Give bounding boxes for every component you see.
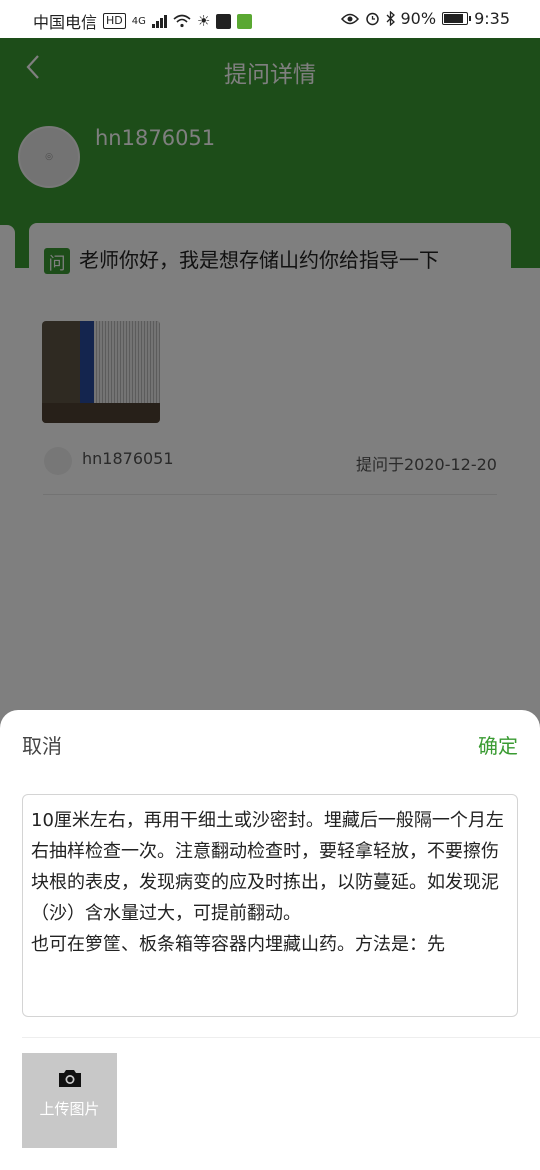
alarm-icon	[365, 12, 379, 26]
status-bar: 中国电信 HD 4G ☀ 90% 9:35	[0, 0, 540, 38]
wifi-icon	[173, 14, 191, 28]
confirm-button[interactable]: 确定	[478, 730, 518, 759]
cancel-button[interactable]: 取消	[22, 730, 62, 759]
upload-image-label: 上传图片	[39, 1100, 100, 1118]
sheet-divider	[22, 1037, 540, 1038]
camera-icon	[59, 1070, 81, 1087]
signal-icon	[151, 14, 167, 28]
network-type-label: 4G	[131, 15, 146, 27]
bluetooth-icon	[386, 11, 395, 26]
hd-badge: HD	[103, 13, 126, 29]
eye-icon	[340, 13, 359, 24]
carrier-label: 中国电信	[33, 13, 98, 32]
clock-time: 9:35	[474, 9, 510, 28]
battery-percent: 90%	[400, 9, 437, 28]
upload-image-button[interactable]: 上传图片	[22, 1053, 117, 1148]
answer-bottom-sheet: 取消 确定 10厘米左右，再用干细土或沙密封。埋藏后一般隔一个月左右抽样检查一次…	[0, 710, 540, 1170]
battery-icon	[442, 12, 472, 25]
answer-textarea[interactable]: 10厘米左右，再用干细土或沙密封。埋藏后一般隔一个月左右抽样检查一次。注意翻动检…	[22, 794, 518, 1017]
app-notification-icon-2	[237, 13, 253, 29]
calendar-notification-icon	[216, 13, 232, 29]
app-notification-icon: ☀	[196, 12, 211, 30]
